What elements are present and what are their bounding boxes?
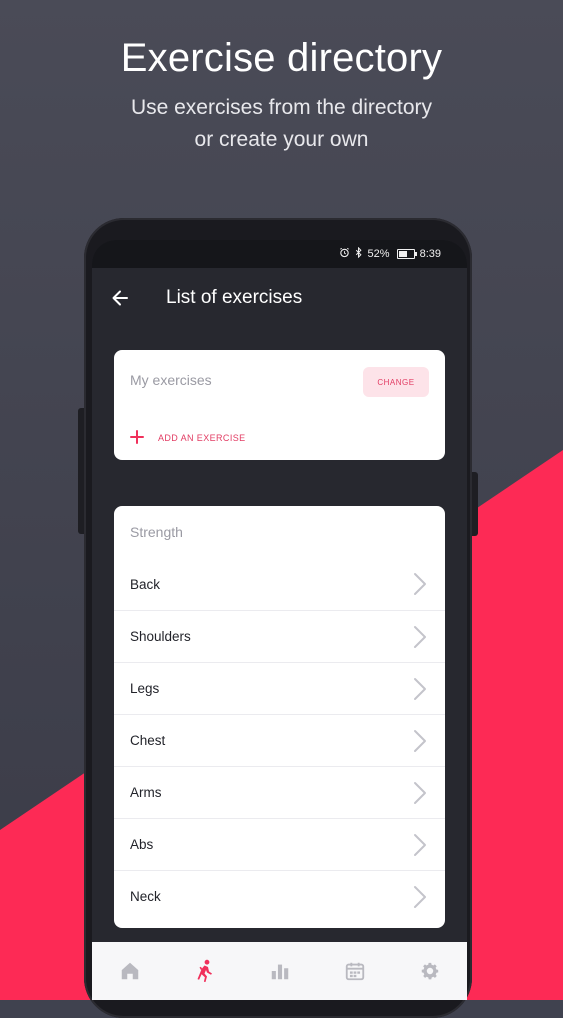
chevron-right-icon <box>414 729 426 752</box>
strength-item-abs[interactable]: Abs <box>114 818 445 870</box>
my-exercises-card: My exercises CHANGE ADD AN EXERCISE <box>114 350 445 460</box>
strength-item-arms[interactable]: Arms <box>114 766 445 818</box>
nav-settings[interactable] <box>410 951 450 991</box>
strength-card: Strength Back Shoulders Legs Chest Arms Abs Ne… <box>114 506 445 928</box>
stats-icon <box>271 964 288 980</box>
strength-item-back[interactable]: Back <box>114 558 445 610</box>
status-time: 8:39 <box>419 248 441 260</box>
strength-item-label: Back <box>130 576 161 592</box>
strength-item-label: Abs <box>130 837 154 852</box>
calendar-icon <box>345 962 364 981</box>
settings-icon <box>421 962 438 980</box>
home-icon <box>121 962 138 980</box>
strength-header: Strength <box>130 524 183 540</box>
chevron-right-icon <box>414 885 426 908</box>
status-bar: 52% 8:39 <box>92 240 467 268</box>
nav-calendar[interactable] <box>335 951 375 991</box>
alarm-icon <box>339 247 350 261</box>
strength-item-shoulders[interactable]: Shoulders <box>114 610 445 662</box>
promo-subtitle-line-2: or create your own <box>194 128 369 151</box>
promo-subtitle: Use exercises from the directory or crea… <box>0 92 563 156</box>
battery-percent: 52% <box>367 248 390 260</box>
chevron-right-icon <box>414 625 426 648</box>
bottom-nav <box>92 942 467 1000</box>
back-button[interactable] <box>92 288 148 308</box>
workout-icon <box>197 959 212 982</box>
nav-stats[interactable] <box>260 951 300 991</box>
add-exercise-label: ADD AN EXERCISE <box>158 432 246 443</box>
promo-subtitle-line-1: Use exercises from the directory <box>130 96 433 119</box>
my-exercises-label: My exercises <box>130 372 212 388</box>
strength-item-label: Shoulders <box>130 629 191 644</box>
chevron-right-icon <box>414 781 426 804</box>
phone-screen: 52% 8:39 List of exercises My exercises … <box>92 240 467 1000</box>
nav-home[interactable] <box>110 951 150 991</box>
strength-item-chest[interactable]: Chest <box>114 714 445 766</box>
bluetooth-icon <box>355 246 363 261</box>
strength-item-label: Neck <box>130 889 161 904</box>
strength-item-label: Arms <box>130 785 162 800</box>
app-bar: List of exercises <box>92 268 467 328</box>
chevron-right-icon <box>414 677 426 700</box>
add-exercise-button[interactable]: ADD AN EXERCISE <box>130 430 246 445</box>
phone-power-button <box>471 472 478 536</box>
promo-title: Exercise directory <box>120 36 443 80</box>
strength-list: Back Shoulders Legs Chest Arms Abs Neck <box>114 558 445 922</box>
page-title: List of exercises <box>166 287 303 308</box>
chevron-right-icon <box>414 573 426 595</box>
chevron-right-icon <box>414 833 426 856</box>
change-button[interactable]: CHANGE <box>363 367 429 397</box>
strength-item-legs[interactable]: Legs <box>114 662 445 714</box>
plus-icon <box>130 430 144 445</box>
strength-item-neck[interactable]: Neck <box>114 870 445 922</box>
battery-icon <box>396 249 417 259</box>
strength-item-label: Legs <box>130 681 160 696</box>
back-arrow-icon <box>112 290 128 306</box>
strength-item-label: Chest <box>130 733 166 748</box>
nav-workout[interactable] <box>185 951 225 991</box>
